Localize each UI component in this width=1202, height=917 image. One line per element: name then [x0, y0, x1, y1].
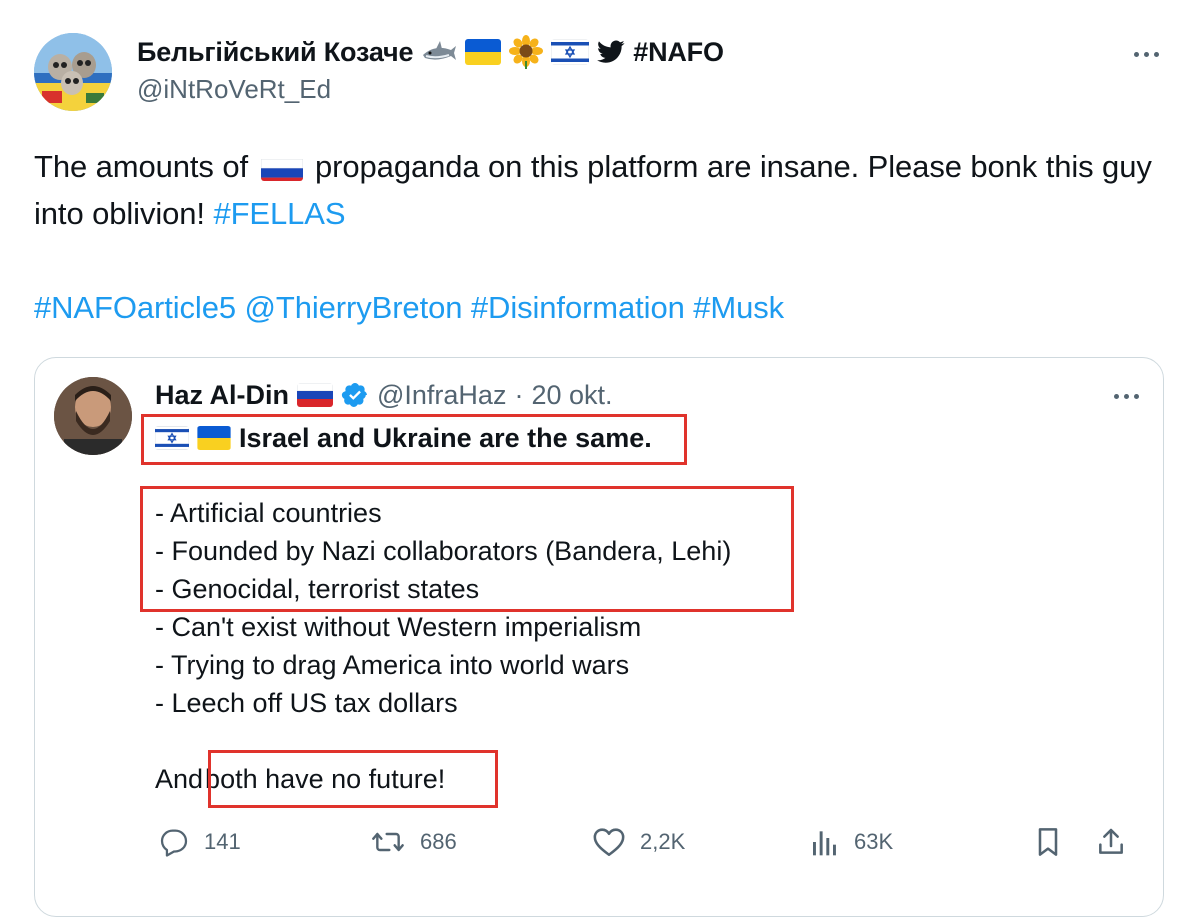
- twitter-bird-icon: [597, 40, 625, 64]
- repost-button[interactable]: 686: [370, 820, 457, 864]
- mention-thierrybreton-link[interactable]: @ThierryBreton: [245, 290, 463, 325]
- quoted-author-name[interactable]: Haz Al-Din: [155, 380, 289, 411]
- quoted-line-4: - Can't exist without Western imperialis…: [155, 612, 642, 642]
- repost-count: 686: [420, 829, 457, 854]
- quoted-line-5: - Trying to drag America into world wars: [155, 650, 630, 680]
- share-button[interactable]: [1096, 820, 1126, 864]
- meta-separator: ·: [514, 379, 524, 410]
- views-button[interactable]: 63K: [810, 820, 893, 864]
- quoted-more-options-icon[interactable]: [1108, 388, 1144, 404]
- like-count: 2,2K: [640, 829, 686, 854]
- sunflower-icon: [509, 35, 544, 69]
- quoted-line-6: - Leech off US tax dollars: [155, 688, 458, 718]
- more-options-icon[interactable]: [1128, 46, 1164, 62]
- russia-flag-icon: [260, 153, 303, 181]
- like-button[interactable]: 2,2K: [592, 820, 685, 864]
- author-handle[interactable]: @iNtRoVeRt_Ed: [137, 74, 331, 105]
- reply-count: 141: [204, 829, 241, 854]
- heart-icon: [592, 826, 626, 858]
- hashtag-fellas-link[interactable]: #FELLAS: [213, 196, 345, 231]
- reply-button[interactable]: 141: [158, 820, 241, 864]
- claims-highlight-box: [140, 486, 794, 612]
- views-chart-icon: [810, 826, 840, 858]
- hashtag-disinformation-link[interactable]: #Disinformation: [471, 290, 685, 325]
- share-icon: [1096, 826, 1126, 858]
- quoted-author-handle[interactable]: @InfraHaz: [377, 380, 506, 411]
- hashtag-nafoarticle5-link[interactable]: #NAFOarticle5: [34, 290, 236, 325]
- quoted-author-avatar[interactable]: [54, 377, 132, 455]
- tweet-text: The amounts of propaganda on this platfo…: [34, 143, 1174, 331]
- verified-badge-icon: [341, 381, 369, 409]
- headline-highlight-box: [141, 414, 687, 465]
- reply-icon: [158, 826, 190, 858]
- author-avatar[interactable]: [34, 33, 112, 111]
- bookmark-icon: [1034, 826, 1062, 858]
- author-name-hashtag: #NAFO: [633, 36, 724, 67]
- hashtag-musk-link[interactable]: #Musk: [693, 290, 784, 325]
- closing-prefix: And: [155, 764, 204, 794]
- bookmark-button[interactable]: [1034, 820, 1062, 864]
- quoted-tweet-header[interactable]: Haz Al-Din @InfraHaz · 20 okt.: [155, 376, 613, 414]
- author-name-row[interactable]: Бельгійський Козаче #NAFO: [137, 34, 724, 70]
- quoted-tweet-date[interactable]: 20 okt.: [531, 380, 612, 411]
- views-count: 63K: [854, 829, 894, 854]
- author-display-name[interactable]: Бельгійський Козаче: [137, 37, 413, 68]
- tweet-text-part1: The amounts of: [34, 149, 248, 184]
- shark-emoji-icon: [421, 38, 457, 66]
- israel-flag-icon: [551, 39, 590, 65]
- russia-flag-icon: [297, 383, 333, 407]
- repost-icon: [370, 826, 406, 858]
- closing-highlight-box: [208, 750, 498, 808]
- ukraine-flag-icon: [465, 39, 502, 65]
